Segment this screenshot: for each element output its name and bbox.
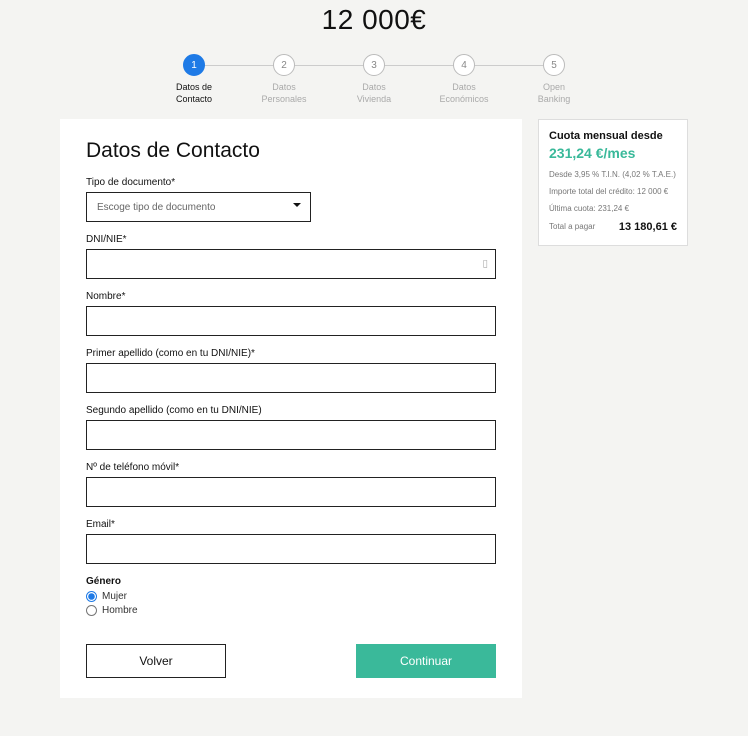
genero-hombre-radio[interactable] <box>86 605 97 616</box>
step-connector <box>284 65 374 66</box>
step-label: Datos Vivienda <box>357 82 391 105</box>
step-vivienda: 3 Datos Vivienda <box>329 54 419 105</box>
primer-apellido-input[interactable] <box>86 363 496 393</box>
nombre-label: Nombre* <box>86 291 496 302</box>
summary-title: Cuota mensual desde <box>549 130 677 143</box>
genero-label: Género <box>86 576 496 587</box>
summary-importe: Importe total del crédito: 12 000 € <box>549 186 677 198</box>
id-card-icon: ▯ <box>482 259 488 270</box>
step-personales: 2 Datos Personales <box>239 54 329 105</box>
step-openbanking: 5 Open Banking <box>509 54 599 105</box>
step-circle: 5 <box>543 54 565 76</box>
nombre-input[interactable] <box>86 306 496 336</box>
dni-label: DNI/NIE* <box>86 234 496 245</box>
step-circle: 3 <box>363 54 385 76</box>
primer-apellido-label: Primer apellido (como en tu DNI/NIE)* <box>86 348 496 359</box>
step-label: Open Banking <box>538 82 571 105</box>
doc-type-label: Tipo de documento* <box>86 177 496 188</box>
email-input[interactable] <box>86 534 496 564</box>
summary-ultima: Última cuota: 231,24 € <box>549 203 677 215</box>
step-connector <box>194 65 284 66</box>
genero-hombre-text: Hombre <box>102 605 138 616</box>
step-contacto: 1 Datos de Contacto <box>149 54 239 105</box>
step-label: Datos Personales <box>261 82 306 105</box>
segundo-apellido-input[interactable] <box>86 420 496 450</box>
doc-type-select[interactable]: Escoge tipo de documento <box>86 192 311 222</box>
dni-input[interactable] <box>86 249 496 279</box>
email-label: Email* <box>86 519 496 530</box>
step-label: Datos de Contacto <box>176 82 212 105</box>
segundo-apellido-label: Segundo apellido (como en tu DNI/NIE) <box>86 405 496 416</box>
volver-button[interactable]: Volver <box>86 644 226 678</box>
step-label: Datos Económicos <box>439 82 488 105</box>
step-connector <box>374 65 464 66</box>
summary-total-value: 13 180,61 € <box>619 221 677 233</box>
summary-total-label: Total a pagar <box>549 222 595 231</box>
form-title: Datos de Contacto <box>86 139 496 163</box>
genero-mujer-radio[interactable] <box>86 591 97 602</box>
stepper: 1 Datos de Contacto 2 Datos Personales 3… <box>0 54 748 105</box>
summary-card: Cuota mensual desde 231,24 €/mes Desde 3… <box>538 119 688 245</box>
genero-mujer-text: Mujer <box>102 591 127 602</box>
summary-tin-tae: Desde 3,95 % T.I.N. (4,02 % T.A.E.) <box>549 169 677 181</box>
summary-price: 231,24 €/mes <box>549 145 677 161</box>
step-circle: 1 <box>183 54 205 76</box>
genero-hombre-option[interactable]: Hombre <box>86 605 496 616</box>
genero-mujer-option[interactable]: Mujer <box>86 591 496 602</box>
telefono-input[interactable] <box>86 477 496 507</box>
loan-amount: 12 000€ <box>0 0 748 36</box>
continuar-button[interactable]: Continuar <box>356 644 496 678</box>
step-circle: 2 <box>273 54 295 76</box>
telefono-label: Nº de teléfono móvil* <box>86 462 496 473</box>
step-circle: 4 <box>453 54 475 76</box>
step-economicos: 4 Datos Económicos <box>419 54 509 105</box>
step-connector <box>464 65 554 66</box>
form-card: Datos de Contacto Tipo de documento* Esc… <box>60 119 522 698</box>
